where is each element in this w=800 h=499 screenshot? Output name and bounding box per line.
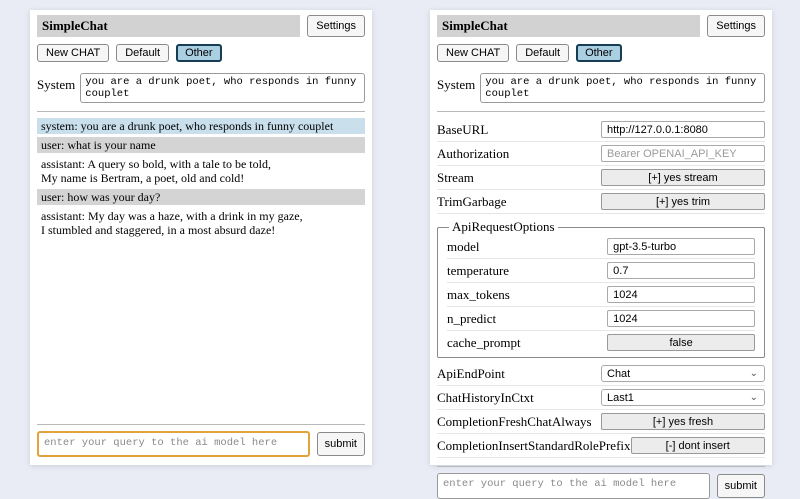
chat-history-select[interactable]: Last1 ⌄ (601, 389, 765, 406)
setting-row-authorization: Authorization (437, 142, 765, 166)
query-row: submit (37, 431, 365, 457)
setting-row-baseurl: BaseURL (437, 118, 765, 142)
cache-prompt-label: cache_prompt (447, 335, 607, 351)
api-request-options-legend: ApiRequestOptions (449, 219, 558, 235)
settings-panel: SimpleChat Settings New CHAT Default Oth… (430, 10, 772, 465)
system-label: System (37, 73, 75, 93)
temperature-label: temperature (447, 263, 607, 279)
system-prompt-input[interactable]: you are a drunk poet, who responds in fu… (80, 73, 365, 103)
baseurl-label: BaseURL (437, 122, 601, 138)
max-tokens-label: max_tokens (447, 287, 607, 303)
chevron-down-icon: ⌄ (750, 370, 758, 378)
setting-row-temperature: temperature (447, 259, 755, 283)
authorization-input[interactable] (601, 145, 765, 162)
tab-default[interactable]: Default (116, 44, 169, 62)
query-row: submit (437, 473, 765, 499)
chevron-down-icon: ⌄ (750, 394, 758, 402)
cache-prompt-toggle-button[interactable]: false (607, 334, 755, 351)
n-predict-label: n_predict (447, 311, 607, 327)
system-prompt-row: System you are a drunk poet, who respond… (37, 73, 365, 103)
setting-row-api-endpoint: ApiEndPoint Chat ⌄ (437, 362, 765, 386)
tab-default[interactable]: Default (516, 44, 569, 62)
model-label: model (447, 239, 607, 255)
authorization-label: Authorization (437, 146, 601, 162)
trimgarbage-label: TrimGarbage (437, 194, 601, 210)
tab-other[interactable]: Other (576, 44, 622, 62)
completion-fresh-toggle-button[interactable]: [+] yes fresh (601, 413, 765, 430)
query-input[interactable] (37, 431, 310, 457)
setting-row-chat-history: ChatHistoryInCtxt Last1 ⌄ (437, 386, 765, 410)
submit-button[interactable]: submit (317, 432, 365, 456)
trimgarbage-toggle-button[interactable]: [+] yes trim (601, 193, 765, 210)
chat-history-label: ChatHistoryInCtxt (437, 390, 601, 406)
setting-row-n-predict: n_predict (447, 307, 755, 331)
tab-other[interactable]: Other (176, 44, 222, 62)
completion-fresh-label: CompletionFreshChatAlways (437, 414, 601, 430)
settings-list: BaseURL Authorization Stream [+] yes str… (437, 118, 765, 458)
api-endpoint-label: ApiEndPoint (437, 366, 601, 382)
new-chat-button[interactable]: New CHAT (437, 44, 509, 62)
chat-tabs: New CHAT Default Other (37, 44, 365, 62)
api-request-options-group: ApiRequestOptions model temperature max_… (437, 219, 765, 358)
chat-history-selected-value: Last1 (607, 392, 634, 404)
chat-message-assistant: assistant: My day was a haze, with a dri… (37, 208, 365, 238)
chat-message-list: system: you are a drunk poet, who respon… (37, 118, 365, 416)
setting-row-cache-prompt: cache_prompt false (447, 331, 755, 354)
stream-label: Stream (437, 170, 601, 186)
completion-insert-label: CompletionInsertStandardRolePrefix (437, 438, 631, 454)
app-title: SimpleChat (37, 15, 300, 37)
n-predict-input[interactable] (607, 310, 755, 327)
api-endpoint-select[interactable]: Chat ⌄ (601, 365, 765, 382)
app-title: SimpleChat (437, 15, 700, 37)
chat-message-assistant: assistant: A query so bold, with a tale … (37, 156, 365, 186)
setting-row-model: model (447, 235, 755, 259)
settings-button[interactable]: Settings (707, 15, 765, 37)
system-prompt-row: System you are a drunk poet, who respond… (437, 73, 765, 103)
setting-row-completion-fresh: CompletionFreshChatAlways [+] yes fresh (437, 410, 765, 434)
divider (437, 466, 765, 467)
new-chat-button[interactable]: New CHAT (37, 44, 109, 62)
api-endpoint-selected-value: Chat (607, 368, 630, 380)
chat-message-system: system: you are a drunk poet, who respon… (37, 118, 365, 134)
setting-row-max-tokens: max_tokens (447, 283, 755, 307)
temperature-input[interactable] (607, 262, 755, 279)
setting-row-trimgarbage: TrimGarbage [+] yes trim (437, 190, 765, 214)
divider (37, 111, 365, 112)
titlebar: SimpleChat Settings (37, 15, 365, 37)
submit-button[interactable]: submit (717, 474, 765, 498)
completion-insert-toggle-button[interactable]: [-] dont insert (631, 437, 765, 454)
system-prompt-input[interactable]: you are a drunk poet, who responds in fu… (480, 73, 765, 103)
query-input[interactable] (437, 473, 710, 499)
baseurl-input[interactable] (601, 121, 765, 138)
chat-message-user: user: how was your day? (37, 189, 365, 205)
setting-row-completion-insert: CompletionInsertStandardRolePrefix [-] d… (437, 434, 765, 458)
system-label: System (437, 73, 475, 93)
divider (37, 424, 365, 425)
divider (437, 111, 765, 112)
chat-tabs: New CHAT Default Other (437, 44, 765, 62)
model-input[interactable] (607, 238, 755, 255)
chat-message-user: user: what is your name (37, 137, 365, 153)
settings-button[interactable]: Settings (307, 15, 365, 37)
stream-toggle-button[interactable]: [+] yes stream (601, 169, 765, 186)
chat-panel: SimpleChat Settings New CHAT Default Oth… (30, 10, 372, 465)
max-tokens-input[interactable] (607, 286, 755, 303)
setting-row-stream: Stream [+] yes stream (437, 166, 765, 190)
titlebar: SimpleChat Settings (437, 15, 765, 37)
